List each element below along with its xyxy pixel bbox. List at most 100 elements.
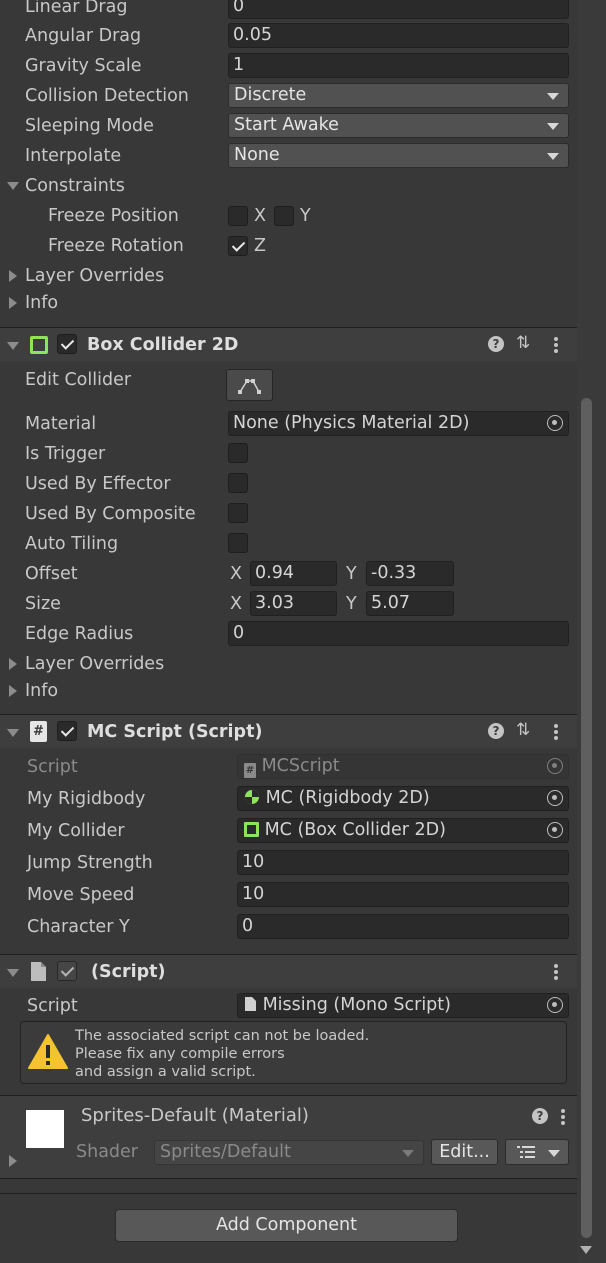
- character-y-field[interactable]: 0: [237, 914, 569, 939]
- size-x-field[interactable]: 3.03: [250, 591, 337, 616]
- shader-dropdown[interactable]: Sprites/Default: [154, 1140, 424, 1165]
- interpolate-dropdown[interactable]: None: [228, 143, 569, 168]
- angular-drag-field[interactable]: 0.05: [228, 23, 569, 48]
- material-title: Sprites-Default (Material): [81, 1105, 309, 1126]
- material-preview-swatch[interactable]: [26, 1110, 64, 1148]
- collision-detection-value: Discrete: [234, 85, 307, 105]
- scrollbar-thumb[interactable]: [581, 398, 592, 1238]
- layer-overrides-foldout-icon[interactable]: [9, 658, 17, 670]
- object-picker-icon[interactable]: [547, 415, 563, 431]
- rigidbody-icon: [245, 790, 259, 804]
- help-icon[interactable]: ?: [532, 1108, 548, 1124]
- help-icon[interactable]: ?: [488, 336, 504, 352]
- used-by-effector-checkbox[interactable]: [228, 473, 248, 493]
- my-collider-label: My Collider: [27, 821, 125, 841]
- move-speed-field[interactable]: 10: [237, 882, 569, 907]
- info-foldout-icon[interactable]: [9, 685, 17, 697]
- material-foldout-icon[interactable]: [9, 1155, 17, 1167]
- missing-script-field[interactable]: Missing (Mono Script): [237, 993, 569, 1018]
- warning-text-line1: The associated script can not be loaded.: [75, 1028, 370, 1044]
- collider-info-label[interactable]: Info: [25, 680, 58, 702]
- info-foldout-icon[interactable]: [9, 297, 17, 309]
- more-options-icon[interactable]: [561, 1109, 565, 1125]
- shader-edit-button[interactable]: Edit...: [431, 1139, 498, 1165]
- missing-script-foldout-icon[interactable]: [7, 969, 19, 977]
- edge-radius-field[interactable]: 0: [228, 621, 569, 646]
- offset-x-field[interactable]: 0.94: [250, 561, 337, 586]
- mc-script-foldout-icon[interactable]: [7, 729, 19, 737]
- constraints-label[interactable]: Constraints: [25, 175, 125, 197]
- object-picker-icon[interactable]: [547, 822, 563, 838]
- collider-layer-overrides-label[interactable]: Layer Overrides: [25, 653, 164, 675]
- material-section: Sprites-Default (Material) ? Shader Spri…: [0, 1096, 577, 1178]
- box-collider-icon: [30, 336, 48, 354]
- rigidbody-info-label[interactable]: Info: [25, 292, 58, 314]
- box-collider-foldout-icon[interactable]: [7, 342, 19, 350]
- object-picker-icon[interactable]: [547, 997, 563, 1013]
- gravity-scale-label: Gravity Scale: [25, 56, 142, 76]
- shader-value: Sprites/Default: [160, 1142, 291, 1162]
- is-trigger-checkbox[interactable]: [228, 443, 248, 463]
- help-icon[interactable]: ?: [488, 723, 504, 739]
- used-by-composite-checkbox[interactable]: [228, 503, 248, 523]
- collision-detection-label: Collision Detection: [25, 86, 189, 106]
- box-collider-header[interactable]: Box Collider 2D ? ⇅: [0, 327, 577, 361]
- material-label: Material: [25, 414, 97, 434]
- offset-y-field[interactable]: -0.33: [366, 561, 454, 586]
- freeze-position-x-label: X: [254, 206, 266, 226]
- missing-script-header[interactable]: (Script): [0, 954, 577, 988]
- object-picker-icon[interactable]: [547, 790, 563, 806]
- size-y-label: Y: [346, 594, 357, 614]
- rigidbody-layer-overrides-label[interactable]: Layer Overrides: [25, 265, 164, 287]
- scroll-down-arrow-icon[interactable]: [580, 1246, 592, 1254]
- edit-collider-button[interactable]: [226, 369, 273, 401]
- my-collider-value: MC (Box Collider 2D): [264, 820, 446, 840]
- material-field[interactable]: None (Physics Material 2D): [228, 411, 569, 436]
- csharp-script-icon: #: [244, 763, 256, 778]
- more-options-icon[interactable]: [554, 724, 558, 740]
- collision-detection-dropdown[interactable]: Discrete: [228, 83, 569, 108]
- jump-strength-field[interactable]: 10: [237, 850, 569, 875]
- csharp-script-icon: #: [30, 721, 47, 742]
- mc-script-header[interactable]: # MC Script (Script) ? ⇅: [0, 714, 577, 748]
- shader-options-button[interactable]: [505, 1139, 569, 1165]
- divider: [0, 1193, 577, 1194]
- my-rigidbody-field[interactable]: MC (Rigidbody 2D): [237, 786, 569, 811]
- missing-script-value: Missing (Mono Script): [262, 995, 451, 1015]
- sleeping-mode-dropdown[interactable]: Start Awake: [228, 113, 569, 138]
- freeze-rotation-z-checkbox[interactable]: [228, 236, 248, 256]
- mc-script-title: MC Script (Script): [87, 722, 263, 742]
- freeze-position-y-checkbox[interactable]: [274, 206, 294, 226]
- linear-drag-field[interactable]: 0: [228, 0, 569, 19]
- more-options-icon[interactable]: [554, 337, 558, 353]
- missing-script-label: Script: [27, 996, 78, 1016]
- missing-script-enabled-checkbox[interactable]: [57, 961, 77, 981]
- sleeping-mode-value: Start Awake: [234, 115, 339, 135]
- is-trigger-label: Is Trigger: [25, 444, 106, 464]
- layer-overrides-foldout-icon[interactable]: [9, 270, 17, 282]
- mc-script-enabled-checkbox[interactable]: [57, 721, 77, 741]
- freeze-position-x-checkbox[interactable]: [228, 206, 248, 226]
- add-component-button[interactable]: Add Component: [115, 1209, 458, 1242]
- more-options-icon[interactable]: [554, 964, 558, 980]
- warning-text-line2: Please fix any compile errors: [75, 1046, 285, 1062]
- constraints-foldout-icon[interactable]: [7, 182, 19, 190]
- freeze-position-label: Freeze Position: [48, 206, 179, 226]
- edit-collider-icon: [238, 379, 261, 394]
- shader-label: Shader: [76, 1142, 138, 1162]
- interpolate-label: Interpolate: [25, 146, 122, 166]
- move-speed-label: Move Speed: [27, 885, 135, 905]
- dropdown-caret-icon: [547, 123, 559, 130]
- gravity-scale-field[interactable]: 1: [228, 53, 569, 78]
- jump-strength-label: Jump Strength: [27, 853, 153, 873]
- presets-icon[interactable]: ⇅: [516, 720, 530, 740]
- my-collider-field[interactable]: MC (Box Collider 2D): [237, 818, 569, 843]
- box-collider-title: Box Collider 2D: [87, 335, 239, 355]
- presets-icon[interactable]: ⇅: [516, 333, 530, 353]
- offset-x-label: X: [230, 564, 242, 584]
- auto-tiling-checkbox[interactable]: [228, 533, 248, 553]
- freeze-rotation-label: Freeze Rotation: [48, 236, 184, 256]
- size-y-field[interactable]: 5.07: [366, 591, 454, 616]
- box-collider-enabled-checkbox[interactable]: [57, 334, 77, 354]
- script-field: # MCScript: [237, 754, 569, 779]
